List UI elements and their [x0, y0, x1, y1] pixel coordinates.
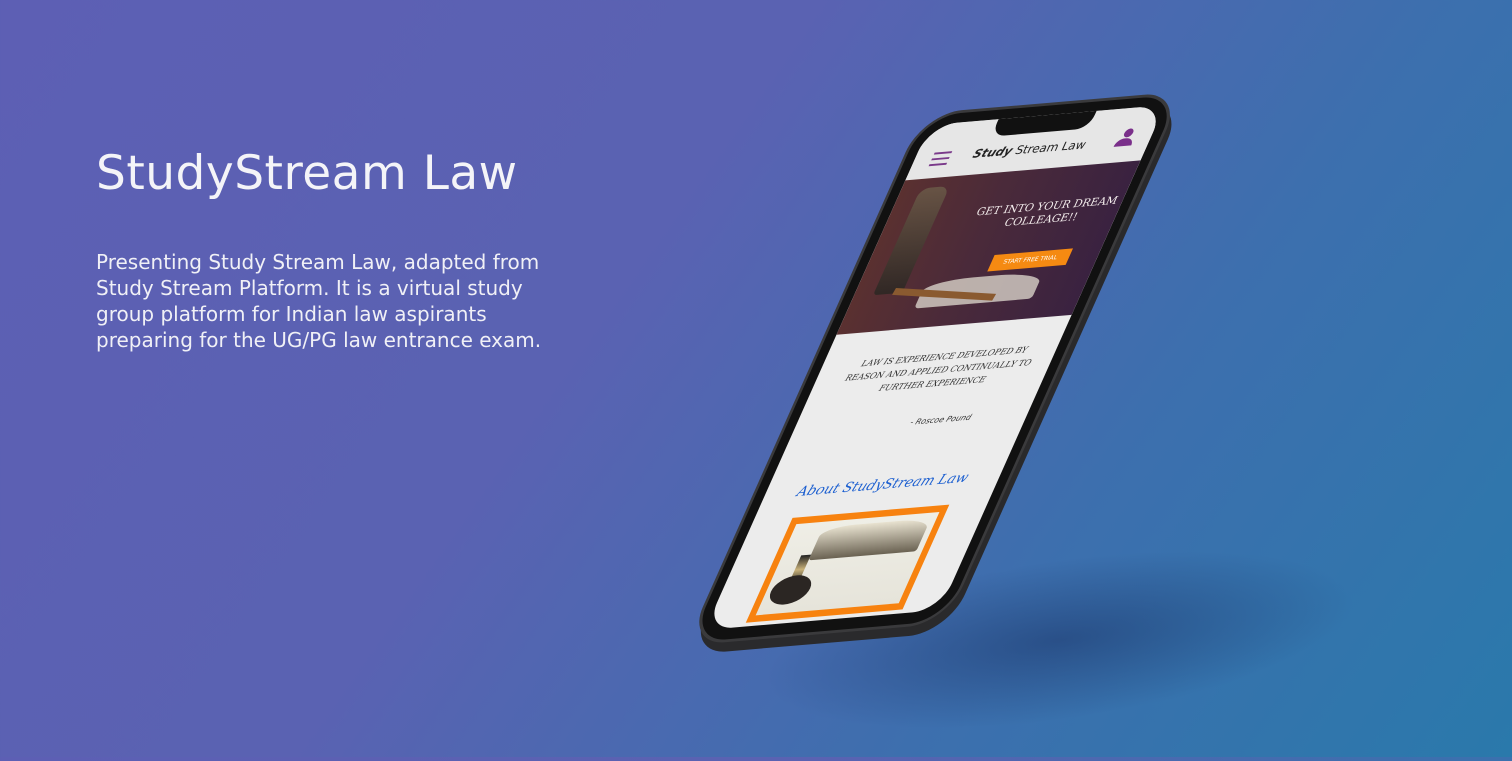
app-logo[interactable]: Study Stream Law: [971, 138, 1089, 161]
phone-screen: Study Stream Law GET INTO YOUR DREAM COL…: [704, 105, 1166, 630]
gavel-base: [764, 573, 817, 607]
quote-text: LAW IS EXPERIENCE DEVELOPED BY REASON AN…: [843, 345, 1034, 394]
page-title: StudyStream Law: [96, 146, 518, 201]
page-description: Presenting Study Stream Law, adapted fro…: [96, 250, 542, 352]
about-image: [745, 504, 950, 623]
start-free-trial-button[interactable]: START FREE TRIAL: [987, 248, 1074, 272]
phone-mockup: Study Stream Law GET INTO YOUR DREAM COL…: [685, 91, 1184, 646]
hero-banner: GET INTO YOUR DREAM COLLEAGE!! START FRE…: [836, 160, 1141, 335]
about-heading: About StudyStream Law: [794, 470, 972, 500]
user-icon[interactable]: [1113, 128, 1139, 149]
books-image: [808, 518, 931, 561]
hamburger-icon[interactable]: [927, 151, 953, 170]
banner-headline: GET INTO YOUR DREAM COLLEAGE!!: [974, 193, 1120, 230]
quote-author: - Roscoe Pound: [908, 412, 974, 427]
